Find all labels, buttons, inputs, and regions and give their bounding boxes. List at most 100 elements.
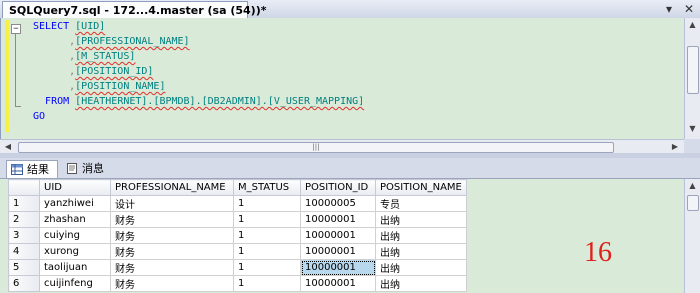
grid-scroll-up-icon[interactable]: ▲ bbox=[685, 181, 700, 190]
row-number[interactable]: 2 bbox=[8, 211, 40, 228]
table-cell[interactable]: 出纳 bbox=[375, 227, 467, 244]
table-cell[interactable]: 财务 bbox=[110, 227, 234, 244]
table-cell[interactable]: 设计 bbox=[110, 195, 234, 212]
table-cell[interactable]: 出纳 bbox=[375, 259, 467, 276]
table-cell[interactable]: 财务 bbox=[110, 211, 234, 228]
grid-header-row: UID PROFESSIONAL_NAME M_STATUS POSITION_… bbox=[8, 179, 467, 196]
table-cell[interactable]: 1 bbox=[233, 195, 301, 212]
code-line[interactable]: ,[POSITION_NAME] bbox=[33, 80, 165, 94]
scroll-down-icon[interactable]: ▼ bbox=[685, 124, 700, 133]
sql-editor[interactable]: − SELECT [UID] ,[PROFESSIONAL_NAME] ,[M_… bbox=[0, 18, 685, 139]
scroll-right-icon[interactable]: ▶ bbox=[670, 142, 680, 151]
sql-identifier: [UID] bbox=[75, 21, 106, 32]
table-cell[interactable]: cuijinfeng bbox=[39, 275, 111, 292]
table-cell[interactable]: 出纳 bbox=[375, 275, 467, 292]
collapse-toggle-icon[interactable]: − bbox=[11, 24, 21, 34]
sql-keyword: SELECT bbox=[33, 21, 70, 32]
grid-vertical-scrollbar[interactable]: ▲ bbox=[684, 179, 700, 293]
table-cell[interactable]: taolijuan bbox=[39, 259, 111, 276]
table-cell[interactable]: 专员 bbox=[375, 195, 467, 212]
query-document-tab[interactable]: SQLQuery7.sql - 172...4.master (sa (54))… bbox=[2, 1, 266, 18]
column-header-professional-name[interactable]: PROFESSIONAL_NAME bbox=[110, 179, 234, 196]
table-cell[interactable]: 1 bbox=[233, 227, 301, 244]
column-header-m-status[interactable]: M_STATUS bbox=[233, 179, 301, 196]
code-line[interactable]: ,[PROFESSIONAL_NAME] bbox=[33, 35, 190, 49]
sql-identifier: [M_STATUS] bbox=[75, 51, 136, 62]
editor-horizontal-scrollbar[interactable]: ◀ ||| ▶ bbox=[0, 139, 684, 154]
scroll-left-icon[interactable]: ◀ bbox=[3, 142, 13, 151]
code-line[interactable]: ,[POSITION_ID] bbox=[33, 65, 153, 79]
grid-corner[interactable] bbox=[8, 179, 40, 196]
sql-identifier: [POSITION_NAME] bbox=[75, 81, 166, 92]
sql-identifier: [HEATHERNET].[BPMDB].[DB2ADMIN].[V_USER_… bbox=[75, 96, 365, 107]
sql-keyword: GO bbox=[33, 111, 46, 122]
sql-identifier: [POSITION_ID] bbox=[75, 66, 154, 77]
tab-messages[interactable]: 消息 bbox=[62, 160, 114, 178]
table-row[interactable]: 3 cuiying 财务 1 10000001 出纳 bbox=[8, 227, 467, 244]
scroll-up-icon[interactable]: ▲ bbox=[685, 20, 700, 29]
tab-results[interactable]: 结果 bbox=[6, 160, 58, 178]
table-cell[interactable]: zhashan bbox=[39, 211, 111, 228]
editor-hscroll-thumb[interactable]: ||| bbox=[18, 142, 614, 153]
table-cell[interactable]: 10000005 bbox=[300, 195, 376, 212]
table-cell[interactable]: 出纳 bbox=[375, 211, 467, 228]
table-cell[interactable]: 财务 bbox=[110, 259, 234, 276]
row-number[interactable]: 6 bbox=[8, 275, 40, 292]
code-line[interactable]: FROM [HEATHERNET].[BPMDB].[DB2ADMIN].[V_… bbox=[33, 95, 364, 109]
editor-vertical-scrollbar[interactable]: ▲ ▼ bbox=[684, 18, 700, 139]
table-cell[interactable]: yanzhiwei bbox=[39, 195, 111, 212]
code-line[interactable]: SELECT [UID] bbox=[33, 20, 105, 34]
tab-results-label: 结果 bbox=[27, 163, 49, 176]
row-count-annotation: 16 bbox=[584, 237, 612, 268]
row-number[interactable]: 3 bbox=[8, 227, 40, 244]
results-grid-area: UID PROFESSIONAL_NAME M_STATUS POSITION_… bbox=[0, 179, 684, 293]
table-row[interactable]: 4 xurong 财务 1 10000001 出纳 bbox=[8, 243, 467, 260]
column-header-position-id[interactable]: POSITION_ID bbox=[300, 179, 376, 196]
close-icon[interactable]: ✕ bbox=[684, 1, 694, 17]
column-header-uid[interactable]: UID bbox=[39, 179, 111, 196]
table-cell[interactable]: 财务 bbox=[110, 243, 234, 260]
results-tab-bar: 结果 消息 bbox=[0, 158, 700, 179]
table-cell[interactable]: cuiying bbox=[39, 227, 111, 244]
table-cell[interactable]: 1 bbox=[233, 275, 301, 292]
table-cell[interactable]: 10000001 bbox=[300, 211, 376, 228]
table-cell[interactable]: xurong bbox=[39, 243, 111, 260]
table-cell[interactable]: 出纳 bbox=[375, 243, 467, 260]
results-grid: UID PROFESSIONAL_NAME M_STATUS POSITION_… bbox=[8, 179, 467, 292]
code-line[interactable]: ,[M_STATUS] bbox=[33, 50, 135, 64]
fold-guide-end bbox=[15, 106, 21, 107]
table-cell[interactable]: 1 bbox=[233, 259, 301, 276]
row-number[interactable]: 5 bbox=[8, 259, 40, 276]
table-row[interactable]: 6 cuijinfeng 财务 1 10000001 出纳 bbox=[8, 275, 467, 292]
message-icon bbox=[67, 163, 77, 174]
table-cell[interactable]: 10000001 bbox=[300, 227, 376, 244]
table-cell[interactable]: 10000001 bbox=[300, 243, 376, 260]
sql-keyword: FROM bbox=[45, 96, 70, 107]
document-tab-strip: SQLQuery7.sql - 172...4.master (sa (54))… bbox=[0, 0, 700, 19]
table-row[interactable]: 5 taolijuan 财务 1 10000001 出纳 bbox=[8, 259, 467, 276]
column-header-position-name[interactable]: POSITION_NAME bbox=[375, 179, 467, 196]
table-cell[interactable]: 财务 bbox=[110, 275, 234, 292]
grid-icon bbox=[11, 164, 23, 175]
table-cell[interactable]: 10000001 bbox=[300, 259, 376, 276]
table-cell[interactable]: 1 bbox=[233, 211, 301, 228]
table-row[interactable]: 1 yanzhiwei 设计 1 10000005 专员 bbox=[8, 195, 467, 212]
row-number[interactable]: 4 bbox=[8, 243, 40, 260]
tab-messages-label: 消息 bbox=[82, 162, 104, 175]
changed-lines-marker bbox=[5, 20, 9, 132]
editor-scroll-thumb[interactable] bbox=[687, 46, 699, 94]
table-cell[interactable]: 10000001 bbox=[300, 275, 376, 292]
table-row[interactable]: 2 zhashan 财务 1 10000001 出纳 bbox=[8, 211, 467, 228]
fold-guide bbox=[15, 34, 16, 106]
grid-scroll-thumb[interactable] bbox=[687, 195, 699, 211]
sql-identifier: [PROFESSIONAL_NAME] bbox=[75, 36, 190, 47]
tab-dropdown-icon[interactable]: ▾ bbox=[666, 1, 672, 17]
table-cell[interactable]: 1 bbox=[233, 243, 301, 260]
code-line[interactable]: GO bbox=[33, 110, 45, 124]
row-number[interactable]: 1 bbox=[8, 195, 40, 212]
